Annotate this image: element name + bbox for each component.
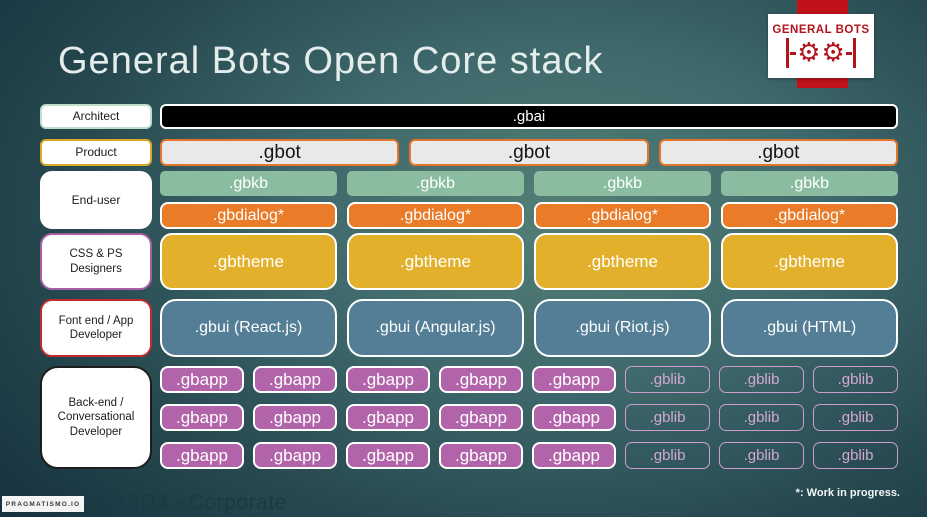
- row-gbkb: .gbkb .gbkb .gbkb .gbkb: [160, 171, 898, 196]
- row-gbapp-gblib-2: .gbapp .gbapp .gbapp .gbapp .gbapp .gbli…: [160, 404, 898, 431]
- gblib-box: .gblib: [625, 442, 710, 469]
- gbapp-box: .gbapp: [346, 442, 430, 469]
- gbai-box: .gbai: [160, 104, 898, 129]
- row-gbot: .gbot .gbot .gbot: [160, 139, 898, 166]
- label-backend-conversational-developer: Back-end / Conversational Developer: [40, 366, 152, 469]
- gear-bar-right: [852, 38, 856, 68]
- gbapp-box: .gbapp: [439, 366, 523, 393]
- gbkb-box: .gbkb: [347, 171, 524, 196]
- gbapp-box: .gbapp: [253, 442, 337, 469]
- gear-bar-left: [786, 38, 790, 68]
- gbapp-box: .gbapp: [346, 404, 430, 431]
- gbtheme-box: .gbtheme: [160, 233, 337, 290]
- gbapp-box: .gbapp: [532, 404, 616, 431]
- gbapp-box: .gbapp: [160, 366, 244, 393]
- label-frontend-app-developer: Font end / App Developer: [40, 299, 152, 357]
- row-gbapp-gblib-3: .gbapp .gbapp .gbapp .gbapp .gbapp .gbli…: [160, 442, 898, 469]
- gbdialog-box: .gbdialog*: [160, 202, 337, 229]
- slide: General Bots Open Core stack GENERAL BOT…: [0, 0, 927, 517]
- gbkb-box: .gbkb: [721, 171, 898, 196]
- page-title: General Bots Open Core stack: [58, 40, 604, 82]
- gear-connector-left: [790, 51, 797, 55]
- gbui-html-box: .gbui (HTML): [721, 299, 898, 357]
- gbapp-box: .gbapp: [346, 366, 430, 393]
- gbapp-box: .gbapp: [439, 404, 523, 431]
- general-bots-logo: GENERAL BOTS ⚙ ⚙: [768, 14, 874, 78]
- label-css-ps-designers: CSS & PS Designers: [40, 233, 152, 290]
- label-end-user: End-user: [40, 171, 152, 229]
- pragmatismo-brand-box: PRAGMATISMO.IO: [2, 496, 84, 512]
- gbapp-box: .gbapp: [160, 404, 244, 431]
- gbui-react-box: .gbui (React.js): [160, 299, 337, 357]
- gear-connector-right: [845, 51, 852, 55]
- row-gbtheme: .gbtheme .gbtheme .gbtheme .gbtheme: [160, 233, 898, 290]
- gbui-riot-box: .gbui (Riot.js): [534, 299, 711, 357]
- logo-text: GENERAL BOTS: [772, 24, 870, 36]
- gbdialog-box: .gbdialog*: [534, 202, 711, 229]
- row-gbdialog: .gbdialog* .gbdialog* .gbdialog* .gbdial…: [160, 202, 898, 229]
- gbkb-box: .gbkb: [160, 171, 337, 196]
- gbkb-box: .gbkb: [534, 171, 711, 196]
- label-architect: Architect: [40, 104, 152, 129]
- gbot-box: .gbot: [409, 139, 649, 166]
- gblib-box: .gblib: [813, 404, 898, 431]
- gbapp-box: .gbapp: [532, 442, 616, 469]
- row-gbai: .gbai: [160, 104, 898, 129]
- gbapp-box: .gbapp: [253, 404, 337, 431]
- pragmatismo-brand-text: PRAGMATISMO.IO: [5, 500, 81, 508]
- row-gbapp-gblib-1: .gbapp .gbapp .gbapp .gbapp .gbapp .gbli…: [160, 366, 898, 393]
- gblib-box: .gblib: [719, 366, 804, 393]
- gbui-angular-box: .gbui (Angular.js): [347, 299, 524, 357]
- work-in-progress-footnote: *: Work in progress.: [795, 487, 900, 499]
- gbapp-box: .gbapp: [532, 366, 616, 393]
- label-product: Product: [40, 139, 152, 166]
- gblib-box: .gblib: [813, 366, 898, 393]
- gblib-box: .gblib: [719, 442, 804, 469]
- gbot-box: .gbot: [160, 139, 400, 166]
- gblib-box: .gblib: [625, 404, 710, 431]
- gbapp-box: .gbapp: [160, 442, 244, 469]
- gbtheme-box: .gbtheme: [721, 233, 898, 290]
- gblib-box: .gblib: [625, 366, 710, 393]
- row-gbui: .gbui (React.js) .gbui (Angular.js) .gbu…: [160, 299, 898, 357]
- gbdialog-box: .gbdialog*: [721, 202, 898, 229]
- gbtheme-box: .gbtheme: [534, 233, 711, 290]
- gbapp-box: .gbapp: [253, 366, 337, 393]
- gear-icon: ⚙: [797, 38, 821, 68]
- gbapp-box: .gbapp: [439, 442, 523, 469]
- footer-caption: 2018Q4 - Corporate: [91, 491, 287, 514]
- gbtheme-box: .gbtheme: [347, 233, 524, 290]
- gear-icon: ⚙: [821, 38, 845, 68]
- gbot-box: .gbot: [658, 139, 898, 166]
- gbdialog-box: .gbdialog*: [347, 202, 524, 229]
- gblib-box: .gblib: [719, 404, 804, 431]
- gblib-box: .gblib: [813, 442, 898, 469]
- gears-icon: ⚙ ⚙: [786, 38, 856, 68]
